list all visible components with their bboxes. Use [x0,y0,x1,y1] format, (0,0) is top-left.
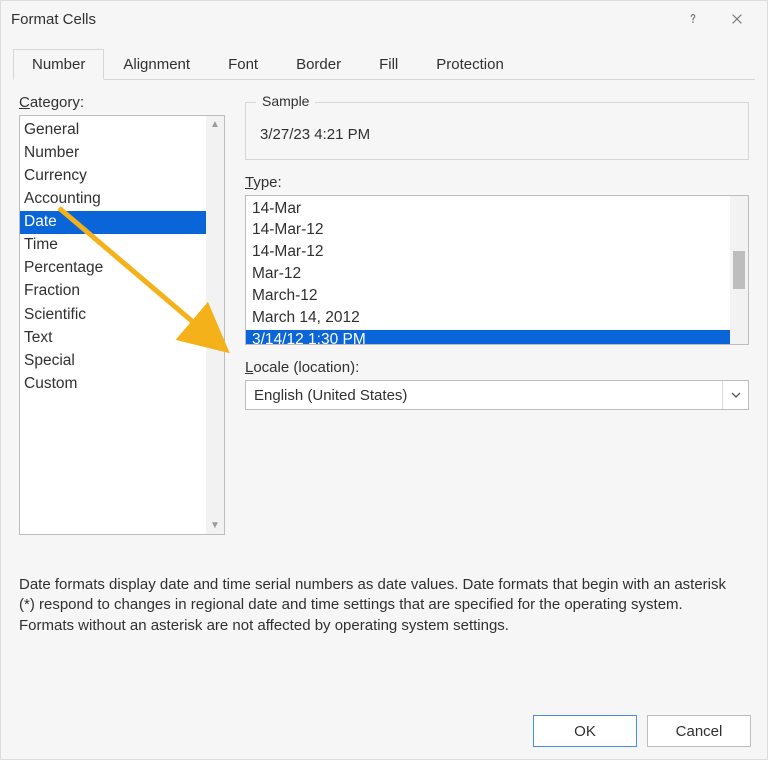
locale-dropdown-button[interactable] [722,381,748,409]
sample-legend: Sample [256,93,315,109]
category-item[interactable]: Scientific [20,303,206,326]
category-item[interactable]: Date [20,211,206,234]
type-label: Type: [245,174,749,191]
category-item[interactable]: Custom [20,373,206,396]
type-item[interactable]: March 14, 2012 [246,308,730,330]
category-item[interactable]: Percentage [20,257,206,280]
format-cells-dialog: Format Cells Number Alignment Font Borde… [0,0,768,760]
tabstrip: Number Alignment Font Border Fill Protec… [13,49,755,80]
category-item[interactable]: Text [20,326,206,349]
category-item[interactable]: Number [20,141,206,164]
format-description: Date formats display date and time seria… [19,575,739,636]
type-item[interactable]: March-12 [246,286,730,308]
tab-font[interactable]: Font [209,49,277,79]
tab-alignment[interactable]: Alignment [104,49,209,79]
category-item[interactable]: Accounting [20,187,206,210]
category-scrollbar[interactable]: ▲ ▼ [206,116,224,534]
help-button[interactable] [671,4,715,34]
category-label: Category: [19,94,225,111]
tab-protection[interactable]: Protection [417,49,523,79]
close-icon [730,12,744,26]
category-item[interactable]: General [20,118,206,141]
category-item[interactable]: Currency [20,164,206,187]
scroll-up-icon: ▲ [210,119,220,130]
type-item[interactable]: 14-Mar [246,198,730,220]
type-item[interactable]: 14-Mar-12 [246,242,730,264]
type-listbox[interactable]: 14-Mar 14-Mar-12 14-Mar-12 Mar-12 March-… [245,195,749,345]
category-item[interactable]: Time [20,234,206,257]
tab-body: Category: General Number Currency Accoun… [1,80,767,636]
type-item[interactable]: 3/14/12 1:30 PM [246,330,730,345]
tab-fill[interactable]: Fill [360,49,417,79]
category-item[interactable]: Fraction [20,280,206,303]
type-scrollbar[interactable] [730,196,748,344]
category-item[interactable]: Special [20,349,206,372]
category-listbox[interactable]: General Number Currency Accounting Date … [19,115,225,535]
category-items: General Number Currency Accounting Date … [20,116,206,534]
type-item[interactable]: Mar-12 [246,264,730,286]
type-item[interactable]: 14-Mar-12 [246,220,730,242]
close-button[interactable] [715,4,759,34]
dialog-buttons: OK Cancel [533,715,751,747]
scroll-down-icon: ▼ [210,520,220,531]
chevron-down-icon [731,392,741,398]
cancel-button[interactable]: Cancel [647,715,751,747]
locale-value: English (United States) [246,387,722,404]
titlebar: Format Cells [1,1,767,37]
scrollbar-thumb[interactable] [733,251,745,289]
type-items: 14-Mar 14-Mar-12 14-Mar-12 Mar-12 March-… [246,196,730,344]
dialog-title: Format Cells [11,11,671,28]
help-icon [686,12,700,26]
sample-group: Sample 3/27/23 4:21 PM [245,102,749,160]
locale-combobox[interactable]: English (United States) [245,380,749,410]
sample-value: 3/27/23 4:21 PM [260,126,370,143]
locale-label: Locale (location): [245,359,749,376]
tab-number[interactable]: Number [13,49,104,80]
ok-button[interactable]: OK [533,715,637,747]
tab-border[interactable]: Border [277,49,360,79]
